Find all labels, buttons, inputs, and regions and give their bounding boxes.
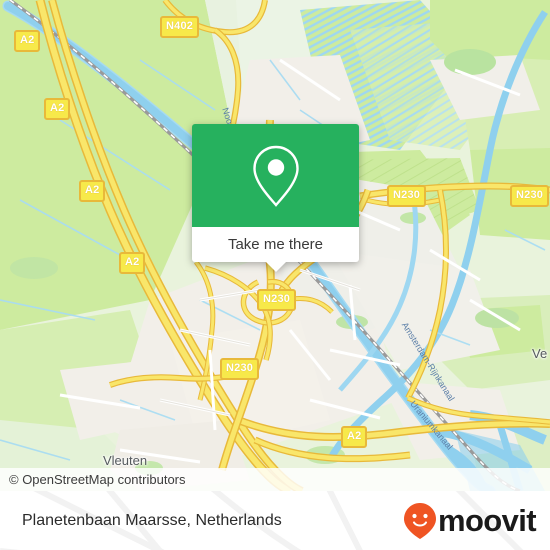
take-me-there-label: Take me there	[227, 236, 324, 253]
map-pin-icon	[252, 145, 299, 207]
moovit-pin-smiley-icon	[403, 502, 436, 539]
road-shield-a2: A2	[119, 252, 146, 274]
map-canvas[interactable]: A2 N402 A2 A2 A2 N230 N230 N230 N230 A2 Vleuten Ve…	[0, 0, 550, 491]
attribution-text: © OpenStreetMap contributors	[9, 472, 186, 487]
place-label: Ve	[532, 346, 548, 361]
road-shield-n230: N230	[510, 185, 550, 207]
popup-tail	[264, 261, 287, 272]
road-shield-n402: N402	[160, 16, 200, 38]
map-attribution: © OpenStreetMap contributors	[0, 468, 550, 491]
moovit-logo[interactable]: moovit	[403, 502, 537, 540]
popup-icon-area	[192, 124, 359, 227]
road-shield-a2: A2	[79, 180, 106, 202]
footer-bar: Planetenbaan Maarsse, Netherlands moovit	[0, 491, 550, 550]
location-popup-card[interactable]: Take me there	[192, 124, 359, 272]
road-shield-n230: N230	[220, 358, 260, 380]
page-title: Planetenbaan Maarsse, Netherlands	[22, 511, 282, 529]
road-shield-n230: N230	[387, 185, 427, 207]
moovit-place-card: A2 N402 A2 A2 A2 N230 N230 N230 N230 A2 Vleuten Ve…	[0, 0, 550, 550]
road-shield-a2: A2	[44, 98, 71, 120]
take-me-there-button[interactable]: Take me there	[192, 227, 359, 272]
road-shield-a2: A2	[14, 30, 41, 52]
place-label: Vleuten	[103, 453, 148, 468]
road-shield-n230: N230	[257, 289, 297, 311]
road-shield-a2: A2	[341, 426, 368, 448]
moovit-wordmark: moovit	[437, 503, 537, 538]
